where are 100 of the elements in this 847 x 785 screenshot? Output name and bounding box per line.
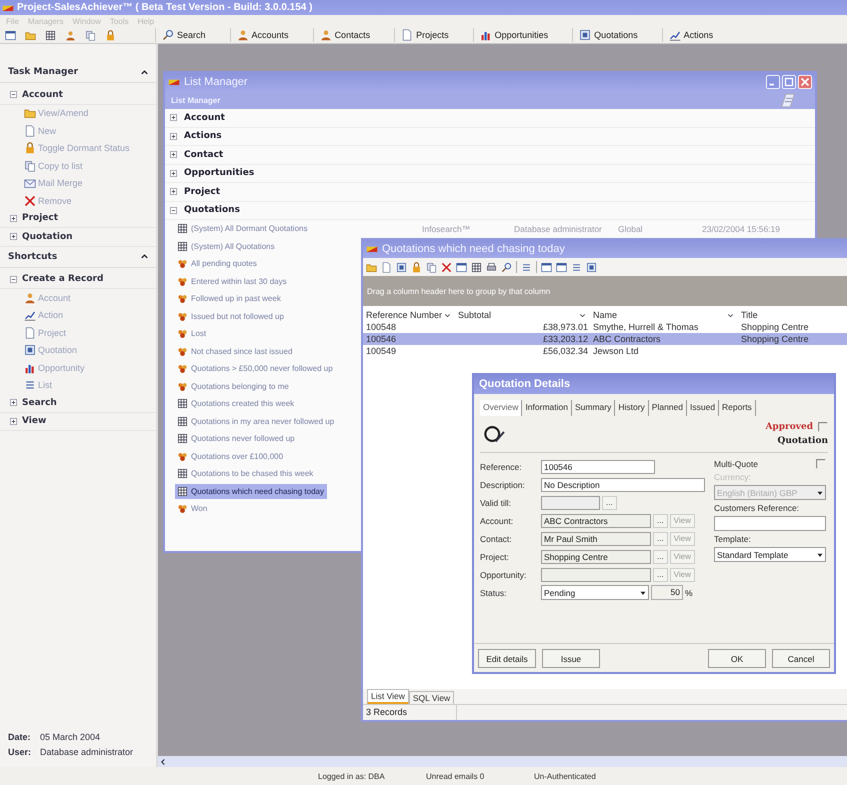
list-item[interactable]: Quotations > £50,000 never followed up xyxy=(175,361,336,376)
list-item[interactable]: Entered within last 30 days xyxy=(175,274,290,289)
tab[interactable]: List View xyxy=(367,689,409,704)
table-row[interactable]: 100549 £56,032.34 Jewson Ltd xyxy=(363,345,847,357)
browse-button[interactable]: ... xyxy=(653,514,668,528)
expand-icon[interactable] xyxy=(8,416,19,427)
input-field[interactable] xyxy=(714,516,826,531)
copy-icon[interactable] xyxy=(426,262,437,272)
minimize-icon[interactable] xyxy=(766,75,780,89)
input-field[interactable] xyxy=(541,496,600,510)
list-item[interactable]: Quotations in my area never followed up xyxy=(175,414,338,429)
toolbar-button[interactable]: Quotations xyxy=(572,28,644,42)
person-icon[interactable] xyxy=(65,30,76,40)
folder-icon[interactable] xyxy=(366,262,377,272)
window-icon[interactable] xyxy=(541,262,552,272)
dialog-button[interactable]: Edit details xyxy=(478,649,536,668)
group-header[interactable]: Search xyxy=(22,398,57,408)
checkbox[interactable] xyxy=(816,459,826,469)
group-header[interactable]: View xyxy=(22,416,46,426)
scrollbar[interactable] xyxy=(158,756,847,767)
list-item[interactable]: Quotations over £100,000 xyxy=(175,448,286,464)
toolbar-button[interactable]: Contacts xyxy=(312,28,376,42)
list-icon[interactable] xyxy=(571,262,582,272)
padlock-icon[interactable] xyxy=(411,262,422,272)
table-row[interactable]: 100548 £38,973.01 Smythe, Hurrell & Thomas Shopping Centre xyxy=(363,321,847,333)
list-item[interactable]: Quotations which need chasing today xyxy=(175,484,327,499)
list-item[interactable]: Quotations to be chased this week xyxy=(175,466,316,482)
close-icon[interactable] xyxy=(798,75,812,89)
padlock-icon[interactable] xyxy=(105,30,116,40)
grid-icon[interactable] xyxy=(471,262,482,272)
list-item[interactable]: Won xyxy=(175,501,210,516)
input-field[interactable]: 100546 xyxy=(541,460,655,474)
folder-icon[interactable] xyxy=(25,30,36,40)
document-icon[interactable] xyxy=(381,262,392,272)
list-item[interactable]: (System) All Dormant Quotations xyxy=(175,221,310,236)
card-icon[interactable] xyxy=(396,262,407,272)
toolbar-button[interactable]: Projects xyxy=(394,28,455,42)
browse-button[interactable]: ... xyxy=(653,568,668,582)
list-item[interactable]: Quotations created this week xyxy=(175,396,298,412)
column-header[interactable]: Reference Number xyxy=(363,310,455,320)
list-item[interactable]: All pending quotes xyxy=(175,256,260,272)
window-icon[interactable] xyxy=(556,262,567,272)
column-header[interactable]: Name xyxy=(590,310,738,320)
browse-button[interactable]: ... xyxy=(602,496,617,510)
expand-icon[interactable] xyxy=(168,112,179,124)
printer-icon[interactable] xyxy=(486,262,497,272)
input-field[interactable]: Shopping Centre xyxy=(541,550,651,564)
list-item[interactable]: Lost xyxy=(175,326,210,342)
category-header[interactable]: Account xyxy=(184,112,225,123)
dialog-button[interactable]: Issue xyxy=(542,649,600,668)
copy-icon[interactable] xyxy=(85,30,96,40)
tab[interactable]: Information xyxy=(522,400,572,416)
input-field[interactable]: No Description xyxy=(541,478,705,492)
category-header[interactable]: Project xyxy=(184,186,220,197)
window-icon[interactable] xyxy=(5,30,16,40)
expand-icon[interactable] xyxy=(168,168,179,179)
window-icon[interactable] xyxy=(456,262,467,272)
dialog-button[interactable]: Cancel xyxy=(772,649,830,668)
column-header[interactable]: Title xyxy=(738,310,847,320)
tab[interactable]: SQL View xyxy=(408,691,454,704)
browse-button[interactable]: ... xyxy=(653,550,668,564)
list-item[interactable]: (System) All Quotations xyxy=(175,238,278,254)
group-header[interactable]: Quotation xyxy=(22,232,73,242)
percent-field[interactable]: 50 xyxy=(651,585,683,600)
tab[interactable]: History xyxy=(615,400,649,416)
expand-icon[interactable] xyxy=(168,186,179,198)
table-row[interactable]: 100546 £33,203.12 ABC Contractors Shopping Centre xyxy=(363,333,847,345)
input-field[interactable]: ABC Contractors xyxy=(541,514,651,528)
dialog-button[interactable]: OK xyxy=(708,649,766,668)
maximize-icon[interactable] xyxy=(782,75,796,89)
column-header[interactable]: Subtotal xyxy=(455,310,590,320)
expand-icon[interactable] xyxy=(8,397,19,408)
list-item[interactable]: Followed up in past week xyxy=(175,291,284,306)
list-icon[interactable] xyxy=(521,262,532,272)
checkbox[interactable] xyxy=(818,422,828,432)
dropdown[interactable]: Standard Template xyxy=(714,547,826,562)
tab[interactable]: Reports xyxy=(719,400,756,416)
group-header[interactable]: Account xyxy=(22,90,63,100)
list-item[interactable]: Quotations belonging to me xyxy=(175,378,292,394)
category-header[interactable]: Opportunities xyxy=(184,168,254,178)
tab[interactable]: Planned xyxy=(648,400,687,416)
dropdown[interactable]: Pending xyxy=(541,585,649,600)
expand-icon[interactable] xyxy=(8,231,19,242)
browse-button[interactable]: ... xyxy=(653,532,668,546)
tab[interactable]: Issued xyxy=(687,400,720,416)
expand-icon[interactable] xyxy=(8,212,19,224)
list-item[interactable]: Quotations never followed up xyxy=(175,431,298,446)
card-icon[interactable] xyxy=(586,262,597,272)
grid-icon[interactable] xyxy=(45,30,56,40)
expand-icon[interactable] xyxy=(168,130,179,142)
category-header[interactable]: Contact xyxy=(184,150,224,160)
search-icon[interactable] xyxy=(501,262,512,272)
toolbar-button[interactable]: Accounts xyxy=(230,28,295,42)
category-header[interactable]: Actions xyxy=(184,131,222,142)
toolbar-button[interactable]: Opportunities xyxy=(472,28,554,42)
category-header[interactable]: Quotations xyxy=(184,205,240,216)
group-header[interactable]: Create a Record xyxy=(22,274,104,284)
list-item[interactable]: Issued but not followed up xyxy=(175,308,287,324)
group-header[interactable]: Project xyxy=(22,213,58,224)
tab[interactable]: Summary xyxy=(572,400,616,416)
